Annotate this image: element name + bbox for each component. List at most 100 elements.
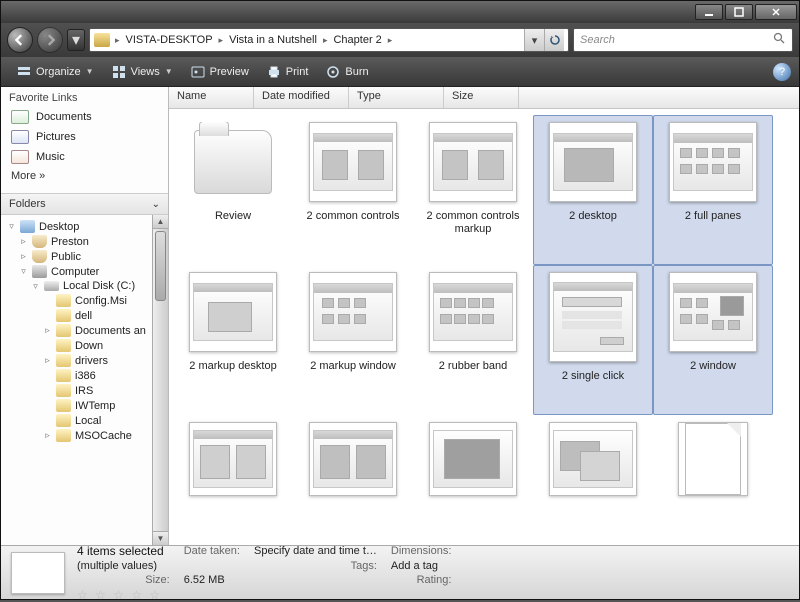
tree-node[interactable]: ▹MSOCache	[1, 428, 152, 443]
rating-stars[interactable]: ☆ ☆ ☆ ☆ ☆	[77, 588, 170, 602]
chevron-icon[interactable]: ▸	[113, 35, 122, 46]
favorite-more[interactable]: More »	[1, 167, 168, 185]
chevron-icon[interactable]: ▸	[321, 35, 330, 46]
expand-icon[interactable]: ▹	[43, 430, 52, 441]
tree-desktop[interactable]: ▿Desktop	[1, 219, 152, 234]
expand-icon[interactable]: ▿	[31, 281, 40, 292]
thumbnail-icon	[193, 430, 273, 488]
forward-button[interactable]	[37, 27, 63, 53]
tree-node[interactable]: Down	[1, 338, 152, 353]
col-size[interactable]: Size	[444, 87, 519, 108]
file-item[interactable]: 2 rubber band	[413, 265, 533, 415]
views-icon	[112, 65, 126, 79]
minimize-button[interactable]	[695, 4, 723, 20]
folders-header-label: Folders	[9, 198, 46, 210]
maximize-button[interactable]	[725, 4, 753, 20]
tree-scrollbar[interactable]: ▲ ▼	[152, 215, 168, 545]
tree-node[interactable]: ▹drivers	[1, 353, 152, 368]
file-item[interactable]: 2 window	[653, 265, 773, 415]
scroll-up-icon[interactable]: ▲	[153, 215, 168, 229]
breadcrumb-seg-3[interactable]: Chapter 2	[329, 34, 385, 46]
thumbnail-icon	[313, 283, 393, 341]
tree-node[interactable]: Config.Msi	[1, 293, 152, 308]
chevron-icon[interactable]: ▸	[217, 35, 226, 46]
file-item[interactable]: 2 desktop	[533, 115, 653, 265]
col-date[interactable]: Date modified	[254, 87, 349, 108]
file-item[interactable]	[413, 415, 533, 505]
tree-preston[interactable]: ▹ Preston	[1, 234, 152, 249]
tree-node[interactable]: i386	[1, 368, 152, 383]
favorite-label: Documents	[36, 111, 92, 123]
file-item[interactable]	[653, 415, 773, 505]
tags-value[interactable]: Add a tag	[391, 560, 452, 572]
tags-label: Tags:	[254, 560, 377, 572]
expand-icon[interactable]: ▿	[19, 266, 28, 277]
tree-node[interactable]: dell	[1, 308, 152, 323]
favorite-pictures[interactable]: Pictures	[1, 127, 168, 147]
expand-icon[interactable]: ▹	[43, 325, 52, 336]
explorer-window: ▾ ▸ VISTA-DESKTOP ▸ Vista in a Nutshell …	[0, 0, 800, 600]
tree-public[interactable]: ▹Public	[1, 249, 152, 264]
file-item[interactable]: Review	[173, 115, 293, 265]
file-item[interactable]: 2 single click	[533, 265, 653, 415]
file-item[interactable]	[173, 415, 293, 505]
favorite-music[interactable]: Music	[1, 147, 168, 167]
titlebar	[1, 1, 799, 23]
file-item[interactable]: 2 markup desktop	[173, 265, 293, 415]
recent-dropdown[interactable]: ▾	[67, 29, 85, 51]
expand-icon[interactable]: ▿	[7, 221, 16, 232]
date-taken-label: Date taken:	[184, 545, 240, 557]
folder-icon	[56, 294, 71, 307]
file-item[interactable]	[533, 415, 653, 505]
help-button[interactable]: ?	[773, 63, 791, 81]
preview-button[interactable]: Preview	[183, 62, 257, 82]
address-dropdown[interactable]: ▾	[524, 29, 544, 51]
tree-computer[interactable]: ▿Computer	[1, 264, 152, 279]
organize-button[interactable]: Organize ▼	[9, 62, 102, 82]
tree-node[interactable]: IWTemp	[1, 398, 152, 413]
expand-icon[interactable]: ▹	[43, 355, 52, 366]
breadcrumb-seg-1[interactable]: VISTA-DESKTOP	[122, 34, 217, 46]
col-type[interactable]: Type	[349, 87, 444, 108]
burn-button[interactable]: Burn	[318, 62, 376, 82]
file-item[interactable]: 2 full panes	[653, 115, 773, 265]
column-headers: Name Date modified Type Size	[169, 87, 799, 109]
tree-node[interactable]: ▹Documents an	[1, 323, 152, 338]
print-button[interactable]: Print	[259, 62, 317, 82]
col-name[interactable]: Name	[169, 87, 254, 108]
tree-localdisk[interactable]: ▿Local Disk (C:)	[1, 279, 152, 293]
refresh-button[interactable]	[544, 29, 564, 51]
scroll-down-icon[interactable]: ▼	[153, 531, 168, 545]
file-item[interactable]: 2 common controls markup	[413, 115, 533, 265]
thumbnail-icon	[313, 430, 393, 488]
favorite-label: Music	[36, 151, 65, 163]
chevron-down-icon: ⌄	[152, 199, 160, 210]
tree-node[interactable]: Local	[1, 413, 152, 428]
file-list[interactable]: Review 2 common controls 2 common contro…	[169, 109, 799, 545]
expand-icon[interactable]: ▹	[19, 251, 28, 262]
tree-label: Config.Msi	[75, 295, 127, 307]
tree-label: IWTemp	[75, 400, 115, 412]
tree-node[interactable]: IRS	[1, 383, 152, 398]
breadcrumb-seg-2[interactable]: Vista in a Nutshell	[225, 34, 321, 46]
star-icon[interactable]: ☆ ☆ ☆ ☆ ☆	[77, 588, 162, 602]
expand-icon[interactable]: ▹	[19, 236, 28, 247]
file-item[interactable]: 2 markup window	[293, 265, 413, 415]
file-item[interactable]: 2 common controls	[293, 115, 413, 265]
close-button[interactable]	[755, 4, 797, 20]
scroll-thumb[interactable]	[155, 231, 166, 301]
date-taken-value[interactable]: Specify date and time t…	[254, 545, 377, 557]
favorite-documents[interactable]: Documents	[1, 107, 168, 127]
address-bar[interactable]: ▸ VISTA-DESKTOP ▸ Vista in a Nutshell ▸ …	[89, 28, 569, 52]
back-button[interactable]	[7, 27, 33, 53]
folder-icon	[56, 354, 71, 367]
tree-label: Preston	[51, 236, 89, 248]
views-button[interactable]: Views ▼	[104, 62, 181, 82]
search-input[interactable]: Search	[573, 28, 793, 52]
folders-header[interactable]: Folders ⌄	[1, 193, 168, 215]
file-item[interactable]	[293, 415, 413, 505]
favorite-label: Pictures	[36, 131, 76, 143]
burn-label: Burn	[345, 66, 368, 78]
chevron-icon[interactable]: ▸	[386, 35, 395, 46]
file-label: 2 markup window	[310, 360, 396, 373]
